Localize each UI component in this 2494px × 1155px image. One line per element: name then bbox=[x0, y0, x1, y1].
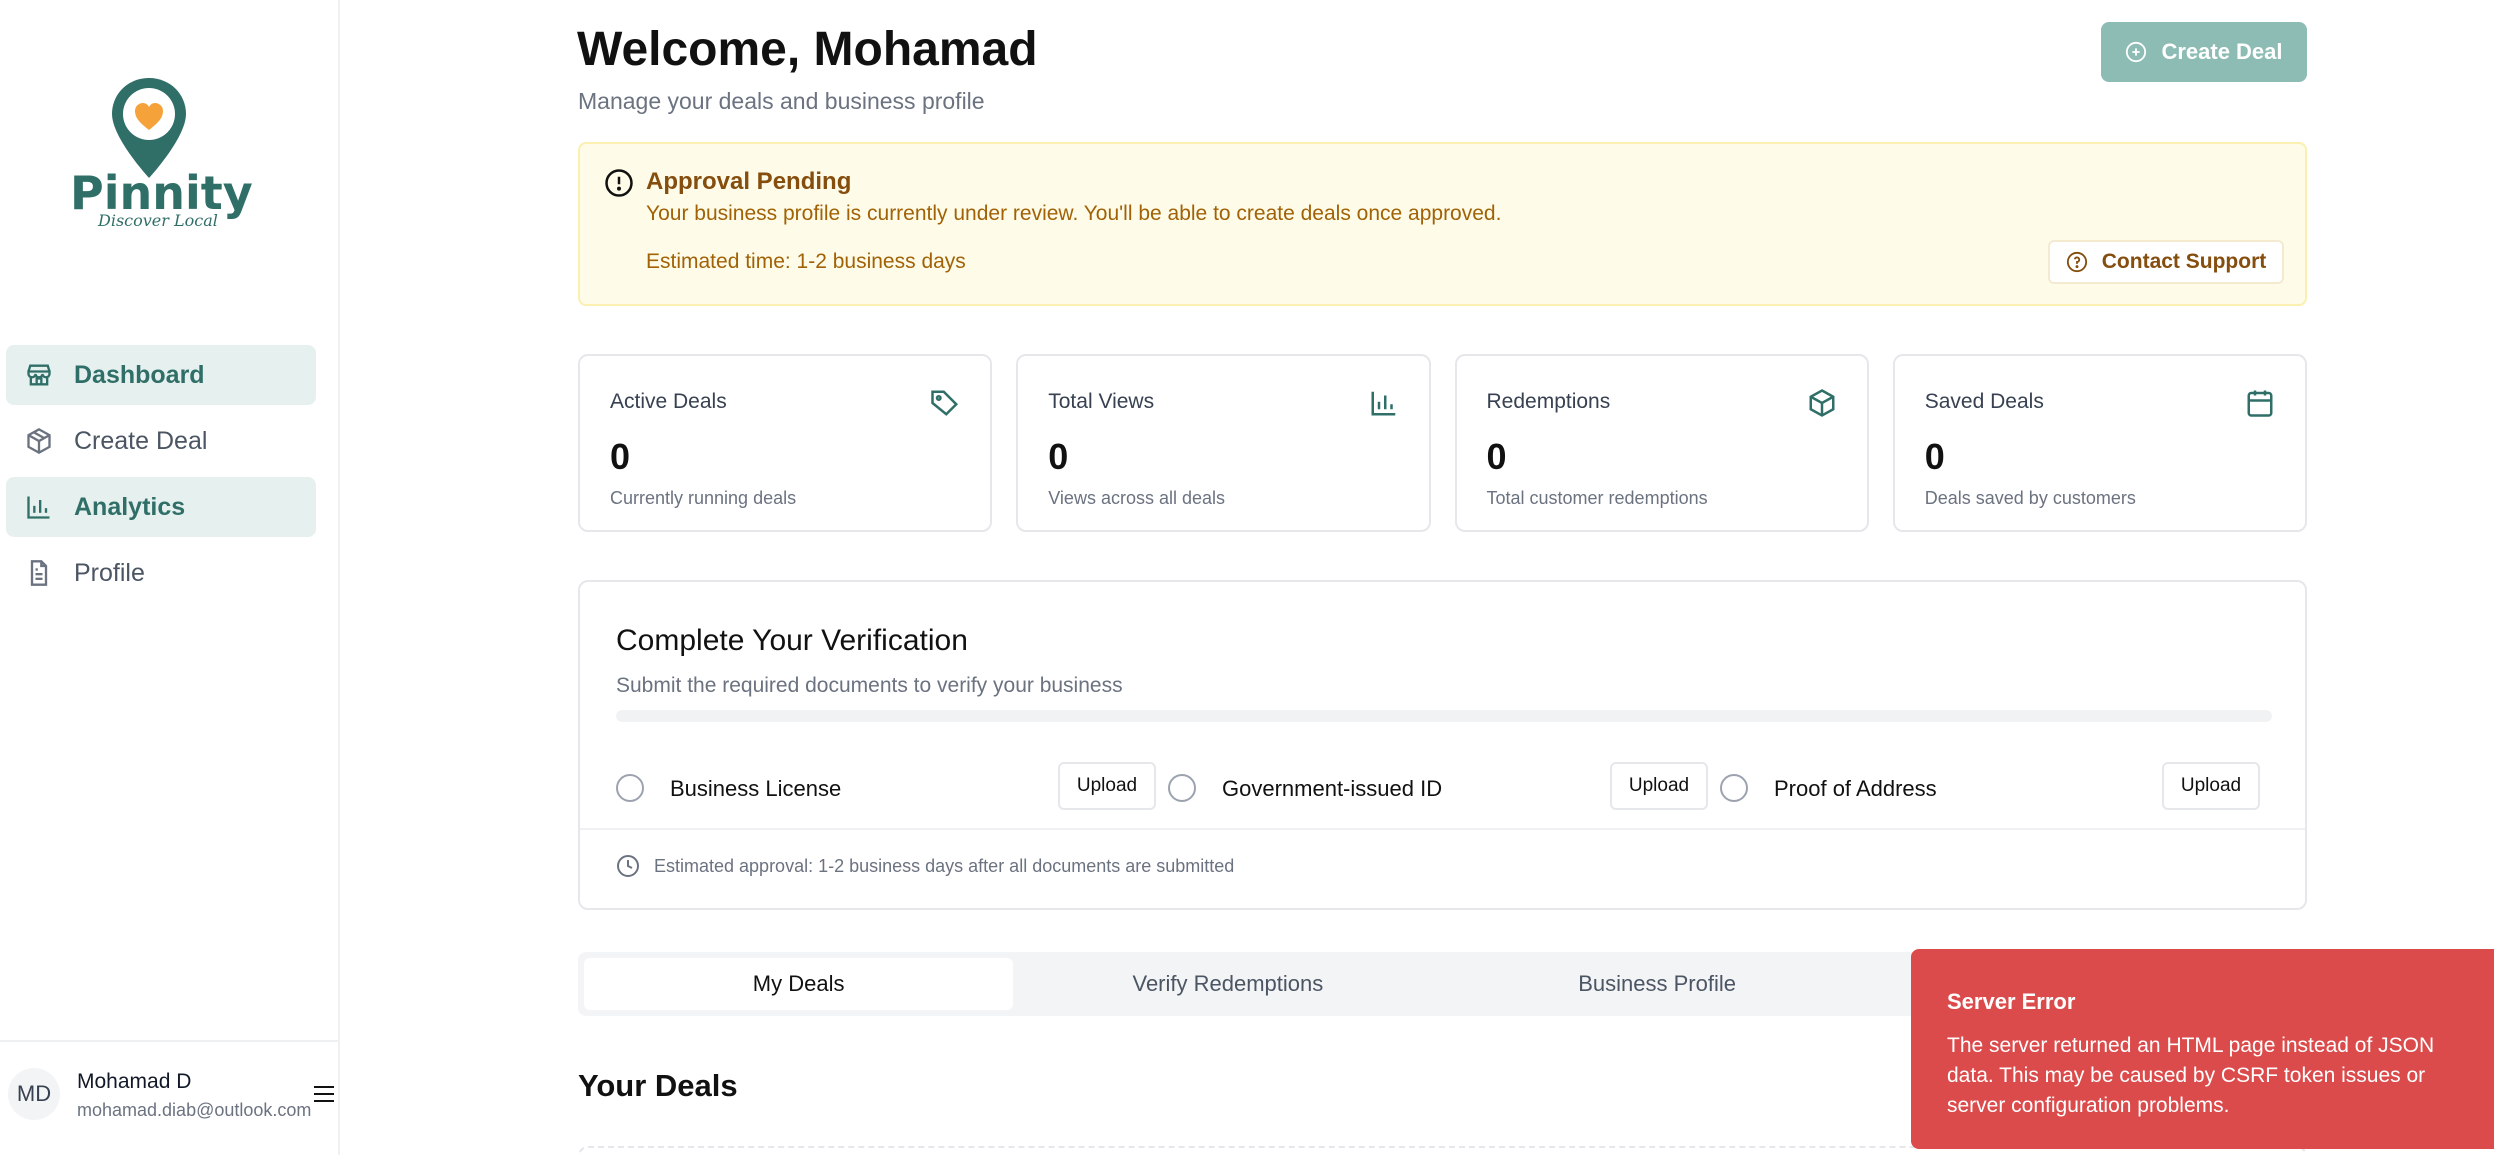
logo[interactable]: Pinnity Discover Local bbox=[68, 76, 253, 236]
your-deals-heading: Your Deals bbox=[578, 1068, 738, 1103]
alert-estimate: Estimated time: 1-2 business days bbox=[646, 250, 966, 273]
document-label: Business License bbox=[670, 776, 842, 801]
error-toast[interactable]: Server Error The server returned an HTML… bbox=[1911, 949, 2494, 1149]
stat-card-active-deals: Active Deals 0 Currently running deals bbox=[578, 354, 993, 532]
alert-title: Approval Pending bbox=[646, 168, 852, 195]
status-radio bbox=[1168, 774, 1196, 802]
upload-button[interactable]: Upload bbox=[2162, 762, 2260, 810]
create-deal-label: Create Deal bbox=[2161, 39, 2283, 64]
alert-circle-icon bbox=[605, 169, 633, 197]
verification-title: Complete Your Verification bbox=[616, 624, 968, 657]
stat-value: 0 bbox=[1048, 436, 1069, 477]
document-government-id: Government-issued ID Upload bbox=[1168, 762, 1720, 812]
verification-footer: Estimated approval: 1-2 business days af… bbox=[616, 854, 1234, 878]
avatar: MD bbox=[8, 1068, 60, 1120]
stat-value: 0 bbox=[610, 436, 631, 477]
contact-support-button[interactable]: Contact Support bbox=[2048, 240, 2284, 284]
document-icon bbox=[24, 558, 54, 588]
stat-description: Views across all deals bbox=[1048, 488, 1225, 508]
tab-my-deals[interactable]: My Deals bbox=[584, 958, 1014, 1010]
sidebar-item-dashboard[interactable]: Dashboard bbox=[6, 345, 316, 405]
stat-description: Deals saved by customers bbox=[1924, 488, 2136, 508]
document-list: Business License Upload Government-issue… bbox=[616, 762, 2272, 812]
document-proof-of-address: Proof of Address Upload bbox=[1720, 762, 2272, 812]
verification-subtitle: Submit the required documents to verify … bbox=[616, 674, 1123, 697]
document-business-license: Business License Upload bbox=[616, 762, 1168, 812]
brand-tagline: Discover Local bbox=[98, 211, 218, 230]
alert-text: Your business profile is currently under… bbox=[646, 202, 1502, 225]
toast-title: Server Error bbox=[1947, 989, 2076, 1014]
bar-chart-icon bbox=[1371, 391, 1395, 416]
status-radio bbox=[1720, 774, 1748, 802]
calendar-icon bbox=[2247, 390, 2273, 417]
stat-value: 0 bbox=[1486, 436, 1507, 477]
package-icon bbox=[1809, 389, 1835, 417]
stat-label: Redemptions bbox=[1486, 390, 1611, 413]
tag-icon bbox=[931, 390, 959, 416]
box-icon bbox=[24, 426, 54, 456]
verification-progress-bar bbox=[616, 710, 2272, 722]
tab-verify-redemptions[interactable]: Verify Redemptions bbox=[1013, 958, 1442, 1010]
verification-footer-text: Estimated approval: 1-2 business days af… bbox=[654, 855, 1235, 876]
user-name: Mohamad D bbox=[77, 1070, 192, 1093]
clock-icon bbox=[617, 855, 639, 877]
upload-button[interactable]: Upload bbox=[1058, 762, 1156, 810]
status-radio bbox=[616, 774, 644, 802]
help-circle-icon bbox=[2066, 251, 2087, 273]
approval-pending-alert: Approval Pending Your business profile i… bbox=[578, 142, 2307, 306]
sidebar-nav: Dashboard Create Deal Analytics Profile bbox=[6, 345, 316, 609]
plus-circle-icon bbox=[2126, 41, 2147, 63]
stat-description: Currently running deals bbox=[610, 488, 797, 508]
pin-logo-icon bbox=[112, 78, 186, 178]
stat-label: Total Views bbox=[1048, 390, 1155, 413]
stat-card-redemptions: Redemptions 0 Total customer redemptions bbox=[1454, 354, 1869, 532]
sidebar-item-label: Create Deal bbox=[74, 426, 208, 455]
page-subtitle: Manage your deals and business profile bbox=[578, 88, 985, 114]
bar-chart-icon bbox=[24, 492, 54, 522]
page-title: Welcome, Mohamad bbox=[577, 23, 1038, 76]
stat-card-total-views: Total Views 0 Views across all deals bbox=[1016, 354, 1431, 532]
stat-card-saved-deals: Saved Deals 0 Deals saved by customers bbox=[1892, 354, 2307, 532]
stats-row: Active Deals 0 Currently running deals T… bbox=[578, 354, 2307, 532]
store-icon bbox=[24, 360, 54, 390]
stat-label: Active Deals bbox=[610, 390, 727, 413]
stat-value: 0 bbox=[1924, 436, 1945, 477]
upload-button[interactable]: Upload bbox=[1610, 762, 1708, 810]
user-profile[interactable]: MD Mohamad D mohamad.diab@outlook.com bbox=[0, 1040, 340, 1155]
toast-message: The server returned an HTML page instead… bbox=[1947, 1034, 2435, 1117]
user-email: mohamad.diab@outlook.com bbox=[77, 1100, 312, 1120]
sidebar-item-label: Dashboard bbox=[74, 360, 205, 389]
document-label: Proof of Address bbox=[1774, 776, 1937, 801]
document-label: Government-issued ID bbox=[1222, 776, 1443, 801]
sidebar-item-label: Profile bbox=[74, 558, 145, 587]
tab-business-profile[interactable]: Business Profile bbox=[1443, 958, 1872, 1010]
menu-icon[interactable] bbox=[314, 1086, 334, 1107]
sidebar-item-profile[interactable]: Profile bbox=[6, 543, 316, 603]
stat-label: Saved Deals bbox=[1924, 390, 2044, 413]
create-deal-button[interactable]: Create Deal bbox=[2101, 22, 2307, 82]
verification-card: Complete Your Verification Submit the re… bbox=[578, 580, 2307, 910]
sidebar-item-analytics[interactable]: Analytics bbox=[6, 477, 316, 537]
sidebar-item-create-deal[interactable]: Create Deal bbox=[6, 411, 316, 471]
sidebar: Pinnity Discover Local Dashboard Create … bbox=[0, 0, 340, 1155]
sidebar-item-label: Analytics bbox=[74, 492, 186, 521]
stat-description: Total customer redemptions bbox=[1486, 488, 1708, 508]
divider bbox=[580, 828, 2305, 830]
contact-support-label: Contact Support bbox=[2101, 250, 2267, 273]
